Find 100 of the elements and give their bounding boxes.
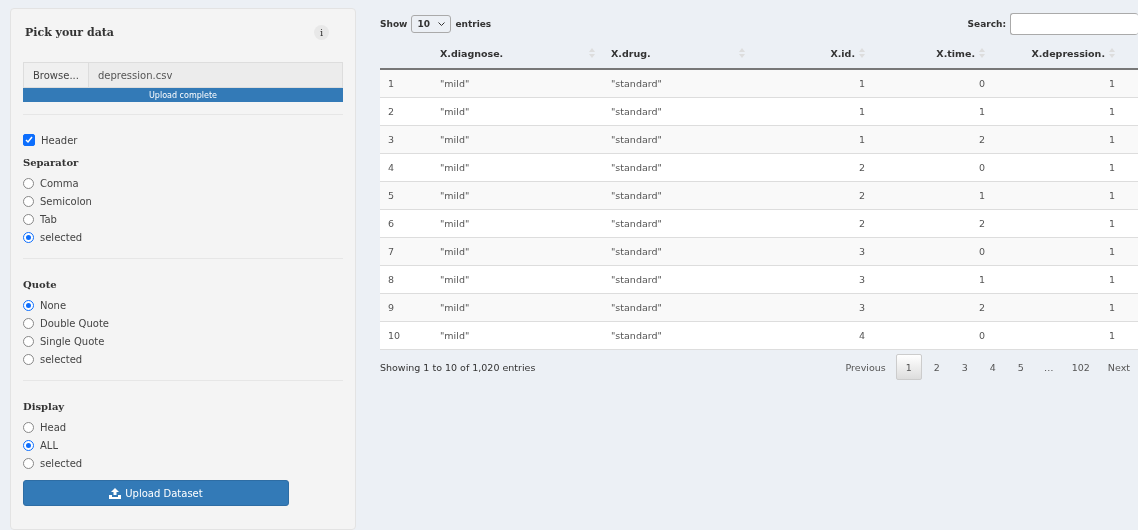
table-cell-text: "standard" [610,301,663,315]
table-cell-text: "mild" [440,189,471,203]
table-cell-text: "mild" [440,329,471,343]
table-cell-text: 3 [857,245,866,259]
table-cell-text: "standard" [610,273,663,287]
table-cell-text: "mild" [440,161,471,175]
group-title: Display [23,401,66,412]
table-cell-text: 5 [387,189,396,203]
upload-icon [109,487,122,499]
sort-icon [859,48,865,58]
radio-button[interactable] [23,457,34,469]
sort-icon [739,48,745,58]
table-cell-text: 9 [387,301,396,315]
page-button[interactable]: 2 [923,354,950,380]
sort-icon [1109,48,1115,58]
table-cell-text: 4 [387,161,396,175]
table-cell-text: "standard" [610,329,663,343]
table-info: Showing 1 to 10 of 1,020 entries [380,361,536,373]
page-button[interactable]: 5 [1007,354,1034,380]
page-button[interactable]: 102 [1063,354,1098,380]
radio-button[interactable] [23,231,34,243]
radio-button[interactable] [23,353,34,365]
table-cell-text: 3 [387,133,396,147]
radio-label: Double Quote [40,317,109,329]
column-header[interactable]: X.diagnose. [440,38,603,68]
table-cell-text: 3 [857,273,866,287]
search-field[interactable] [1010,13,1138,35]
table-cell-text: 7 [387,245,396,259]
table-cell-text: 1 [857,105,866,119]
column-header[interactable]: X.depression. [993,38,1123,68]
page-button[interactable]: 1 [895,354,922,380]
radio-label: Single Quote [40,335,105,347]
group-title: Quote [23,279,58,290]
radio-label: Tab [40,213,57,225]
table-cell-text: 1 [857,77,866,91]
panel-title: Pick your data [25,26,114,39]
radio-button[interactable] [23,439,34,451]
table-cell-text: 1 [1107,189,1116,203]
radio-button[interactable] [23,177,34,189]
show-label: Show [380,19,408,29]
table-cell-text: "standard" [610,77,663,91]
page-button[interactable]: 3 [951,354,978,380]
radio-label: Head [40,421,67,433]
radio-button[interactable] [23,213,34,225]
table-cell-text: 1 [977,105,986,119]
radio-button[interactable] [23,421,34,433]
table-cell-text: 10 [387,329,402,343]
radio-button[interactable] [23,317,34,329]
radio-label: selected [40,457,83,469]
column-header[interactable]: X.time. [873,38,993,68]
table-cell-text: 0 [977,161,986,175]
table-cell-text: 1 [1107,161,1116,175]
table-cell-text: 1 [1107,245,1116,259]
radio-button[interactable] [23,335,34,347]
page-button[interactable]: Previous [837,354,894,380]
header-checkbox[interactable] [23,134,35,146]
table-cell-text: 1 [1107,105,1116,119]
table-cell-text: 2 [387,105,396,119]
page-button[interactable]: Next [1099,354,1138,380]
upload-dataset-button[interactable]: Upload Dataset [23,480,289,506]
table-cell-text: 0 [977,77,986,91]
table-cell-text: "mild" [440,105,471,119]
table-cell-text: 1 [1107,273,1116,287]
radio-button[interactable] [23,299,34,311]
table-cell-text: 3 [857,301,866,315]
search-label: Search: [967,19,1006,29]
radio-label: selected [40,353,83,365]
column-header[interactable]: X.drug. [603,38,753,68]
table-cell-text: "mild" [440,217,471,231]
table-cell-text: 1 [977,189,986,203]
table-cell-text: 8 [387,273,396,287]
radio-label: Comma [40,177,79,189]
table-cell-text: 1 [1107,217,1116,231]
table-cell-text: 4 [857,329,866,343]
radio-label: selected [40,231,83,243]
info-icon[interactable]: i [314,25,329,40]
radio-label: Semicolon [40,195,92,207]
page-button[interactable]: … [1035,354,1062,380]
radio-button[interactable] [23,195,34,207]
table-cell-text: 2 [977,133,986,147]
table-cell-text: "mild" [440,273,471,287]
table-cell-text: 2 [857,189,866,203]
group-title: Separator [23,157,80,168]
radio-label: ALL [40,439,58,451]
table-cell-text: 2 [977,217,986,231]
table-cell-text: 0 [977,329,986,343]
table-cell-text: 6 [387,217,396,231]
table-cell-text: 2 [857,217,866,231]
radio-label: None [40,299,67,311]
table-cell-text: "standard" [610,133,663,147]
column-header[interactable]: X.id. [753,38,873,68]
table-cell-text: 1 [857,133,866,147]
table-cell-text: "mild" [440,133,471,147]
entries-label: entries [455,19,492,29]
table-cell-text: 2 [857,161,866,175]
table-cell-text: 1 [387,77,396,91]
page-size-select[interactable]: 10 [411,15,452,33]
page-button[interactable]: 4 [979,354,1006,380]
table-cell-text: "standard" [610,105,663,119]
table-cell-text: "standard" [610,189,663,203]
